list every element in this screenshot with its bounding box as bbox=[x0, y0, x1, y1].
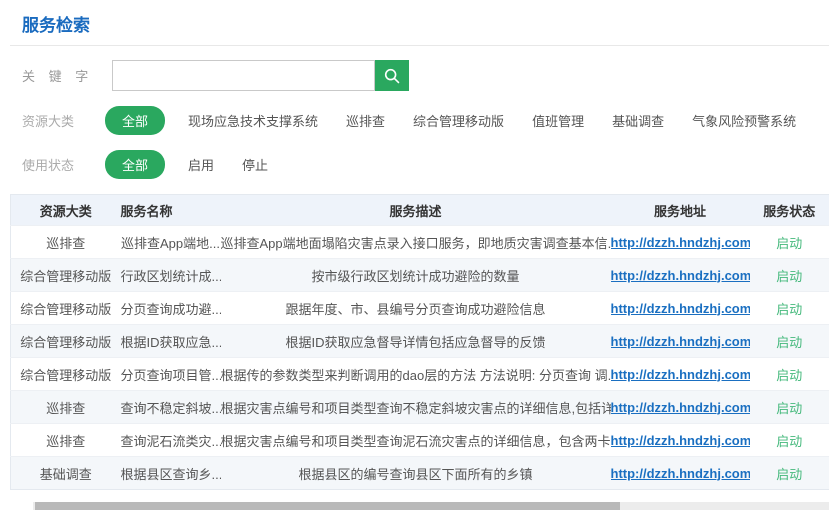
cell-service-name: 根据县区查询乡... bbox=[121, 457, 221, 490]
status-badge: 启动 bbox=[776, 434, 802, 449]
filter-resource-mobile-mgmt[interactable]: 综合管理移动版 bbox=[413, 111, 504, 130]
cell-category: 综合管理移动版 bbox=[11, 292, 121, 325]
filter-status-enabled[interactable]: 启用 bbox=[188, 155, 214, 174]
page-title: 服务检索 bbox=[22, 16, 90, 35]
header-service-url: 服务地址 bbox=[611, 195, 750, 226]
service-url-link[interactable]: http://dzzh.hndzhj.com... bbox=[611, 301, 750, 316]
filter-resource-inspection[interactable]: 巡排查 bbox=[346, 111, 385, 130]
filter-resource-onsite-support[interactable]: 现场应急技术支撑系统 bbox=[188, 111, 318, 130]
cell-service-description: 根据灾害点编号和项目类型查询泥石流灾害点的详细信息，包含两卡... bbox=[221, 424, 611, 457]
cell-service-name: 查询不稳定斜坡... bbox=[121, 391, 221, 424]
table-row: 巡排查 巡排查App端地... 巡排查App端地面塌陷灾害点录入接口服务，即地质… bbox=[11, 226, 829, 259]
cell-service-name: 根据ID获取应急... bbox=[121, 325, 221, 358]
filter-resource-basic-survey[interactable]: 基础调查 bbox=[612, 111, 664, 130]
services-table: 资源大类 服务名称 服务描述 服务地址 服务状态 巡排查 巡排查App端地...… bbox=[10, 194, 829, 490]
table-row: 综合管理移动版 分页查询成功避... 跟据年度、市、县编号分页查询成功避险信息 … bbox=[11, 292, 829, 325]
horizontal-scrollbar bbox=[0, 502, 829, 510]
table-row: 基础调查 根据县区查询乡... 根据县区的编号查询县区下面所有的乡镇 http:… bbox=[11, 457, 829, 490]
service-url-link[interactable]: http://dzzh.hndzhj.com... bbox=[611, 334, 750, 349]
filter-status-stopped[interactable]: 停止 bbox=[242, 155, 268, 174]
cell-service-name: 巡排查App端地... bbox=[121, 226, 221, 259]
service-url-link[interactable]: http://dzzh.hndzhj.com... bbox=[611, 400, 750, 415]
header-divider bbox=[10, 45, 829, 46]
status-badge: 启动 bbox=[776, 236, 802, 251]
resource-category-label: 资源大类 bbox=[22, 111, 105, 130]
table-row: 巡排查 查询泥石流类灾... 根据灾害点编号和项目类型查询泥石流灾害点的详细信息… bbox=[11, 424, 829, 457]
status-badge: 启动 bbox=[776, 335, 802, 350]
service-url-link[interactable]: http://dzzh.hndzhj.com... bbox=[611, 433, 750, 448]
cell-category: 综合管理移动版 bbox=[11, 325, 121, 358]
cell-service-description: 根据灾害点编号和项目类型查询不稳定斜坡灾害点的详细信息,包括详... bbox=[221, 391, 611, 424]
status-badge: 启动 bbox=[776, 401, 802, 416]
filter-resource-weather-warning[interactable]: 气象风险预警系统 bbox=[692, 111, 796, 130]
status-badge: 启动 bbox=[776, 269, 802, 284]
header-service-name: 服务名称 bbox=[121, 195, 221, 226]
cell-category: 综合管理移动版 bbox=[11, 358, 121, 391]
resource-category-filter-row: 资源大类 全部 现场应急技术支撑系统 巡排查 综合管理移动版 值班管理 基础调查… bbox=[22, 106, 829, 135]
usage-status-filter-row: 使用状态 全部 启用 停止 bbox=[22, 150, 829, 179]
service-url-link[interactable]: http://dzzh.hndzhj.com... bbox=[611, 235, 750, 250]
filter-resource-duty-mgmt[interactable]: 值班管理 bbox=[532, 111, 584, 130]
cell-category: 综合管理移动版 bbox=[11, 259, 121, 292]
cell-category: 巡排查 bbox=[11, 226, 121, 259]
cell-service-name: 行政区划统计成... bbox=[121, 259, 221, 292]
filter-resource-all[interactable]: 全部 bbox=[105, 106, 165, 135]
search-button[interactable] bbox=[375, 60, 409, 91]
service-url-link[interactable]: http://dzzh.hndzhj.com... bbox=[611, 367, 750, 382]
table-header-row: 资源大类 服务名称 服务描述 服务地址 服务状态 bbox=[11, 195, 829, 226]
cell-service-description: 跟据年度、市、县编号分页查询成功避险信息 bbox=[221, 292, 611, 325]
usage-status-label: 使用状态 bbox=[22, 155, 105, 174]
cell-service-description: 巡排查App端地面塌陷灾害点录入接口服务，即地质灾害调查基本信... bbox=[221, 226, 611, 259]
service-search-page: 服务检索 关 键 字 资源大类 全部 现场应急技术支撑系统 巡排查 综合管理移动… bbox=[0, 0, 829, 510]
header-service-status: 服务状态 bbox=[750, 195, 829, 226]
status-badge: 启动 bbox=[776, 368, 802, 383]
filter-status-all[interactable]: 全部 bbox=[105, 150, 165, 179]
table-row: 综合管理移动版 分页查询项目管... 根据传的参数类型来判断调用的dao层的方法… bbox=[11, 358, 829, 391]
page-header: 服务检索 bbox=[0, 0, 829, 36]
cell-service-description: 按市级行政区划统计成功避险的数量 bbox=[221, 259, 611, 292]
cell-service-name: 分页查询成功避... bbox=[121, 292, 221, 325]
status-badge: 启动 bbox=[776, 467, 802, 482]
cell-category: 巡排查 bbox=[11, 424, 121, 457]
cell-category: 巡排查 bbox=[11, 391, 121, 424]
keyword-search-row: 关 键 字 bbox=[22, 60, 829, 91]
cell-service-name: 查询泥石流类灾... bbox=[121, 424, 221, 457]
keyword-label: 关 键 字 bbox=[22, 66, 112, 85]
scrollbar-thumb[interactable] bbox=[35, 502, 620, 510]
header-category: 资源大类 bbox=[11, 195, 121, 226]
header-service-description: 服务描述 bbox=[221, 195, 611, 226]
cell-service-description: 根据传的参数类型来判断调用的dao层的方法 方法说明: 分页查询 调... bbox=[221, 358, 611, 391]
cell-service-description: 根据县区的编号查询县区下面所有的乡镇 bbox=[221, 457, 611, 490]
service-url-link[interactable]: http://dzzh.hndzhj.com... bbox=[611, 268, 750, 283]
service-url-link[interactable]: http://dzzh.hndzhj.com... bbox=[611, 466, 750, 481]
keyword-input[interactable] bbox=[112, 60, 375, 91]
search-icon bbox=[383, 67, 401, 85]
table-row: 综合管理移动版 行政区划统计成... 按市级行政区划统计成功避险的数量 http… bbox=[11, 259, 829, 292]
table-row: 巡排查 查询不稳定斜坡... 根据灾害点编号和项目类型查询不稳定斜坡灾害点的详细… bbox=[11, 391, 829, 424]
cell-category: 基础调查 bbox=[11, 457, 121, 490]
cell-service-description: 根据ID获取应急督导详情包括应急督导的反馈 bbox=[221, 325, 611, 358]
status-badge: 启动 bbox=[776, 302, 802, 317]
table-row: 综合管理移动版 根据ID获取应急... 根据ID获取应急督导详情包括应急督导的反… bbox=[11, 325, 829, 358]
cell-service-name: 分页查询项目管... bbox=[121, 358, 221, 391]
